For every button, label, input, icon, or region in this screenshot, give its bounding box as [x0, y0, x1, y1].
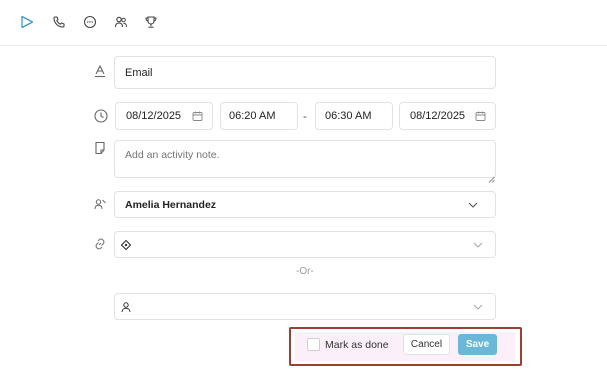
- resize-handle[interactable]: [488, 170, 495, 183]
- phone-icon[interactable]: [51, 14, 67, 30]
- or-label: -Or-: [296, 266, 314, 277]
- assignee-icon: [92, 196, 108, 212]
- note-icon: [92, 140, 108, 156]
- assignee-value: Amelia Hernandez: [125, 198, 217, 211]
- trophy-icon[interactable]: [143, 14, 159, 30]
- text-format-icon: [92, 63, 108, 79]
- subject-value: Email: [125, 66, 153, 79]
- contact-select[interactable]: [114, 293, 496, 320]
- end-time-input[interactable]: 06:30 AM: [315, 102, 393, 130]
- link-icon: [92, 236, 108, 252]
- activity-type-tabs: [0, 0, 607, 46]
- end-time-value: 06:30 AM: [325, 110, 372, 122]
- cancel-button[interactable]: Cancel: [403, 334, 450, 355]
- people-icon[interactable]: [113, 14, 129, 30]
- save-button[interactable]: Save: [458, 334, 497, 355]
- calendar-icon[interactable]: [475, 111, 486, 122]
- end-date-input[interactable]: 08/12/2025: [399, 102, 496, 130]
- deal-icon: [120, 239, 132, 251]
- activity-note-input[interactable]: [114, 140, 496, 178]
- chevron-down-icon: [468, 202, 478, 208]
- mark-as-done-label[interactable]: Mark as done: [325, 339, 389, 351]
- end-date-value: 08/12/2025: [410, 110, 466, 122]
- send-icon[interactable]: [19, 14, 35, 30]
- clock-icon: [93, 108, 109, 124]
- start-date-input[interactable]: 08/12/2025: [115, 102, 213, 130]
- subject-input[interactable]: Email: [114, 56, 496, 89]
- assignee-select[interactable]: Amelia Hernandez: [114, 191, 496, 218]
- deal-select[interactable]: [114, 231, 496, 258]
- time-range-separator: -: [303, 109, 307, 123]
- start-time-input[interactable]: 06:20 AM: [220, 102, 298, 130]
- start-time-value: 06:20 AM: [229, 110, 276, 122]
- calendar-icon[interactable]: [192, 111, 203, 122]
- chevron-down-icon: [473, 304, 483, 310]
- mark-as-done-checkbox[interactable]: [307, 338, 320, 351]
- chevron-down-icon: [473, 242, 483, 248]
- person-icon: [120, 301, 132, 313]
- chat-icon[interactable]: [82, 14, 98, 30]
- start-date-value: 08/12/2025: [126, 110, 182, 122]
